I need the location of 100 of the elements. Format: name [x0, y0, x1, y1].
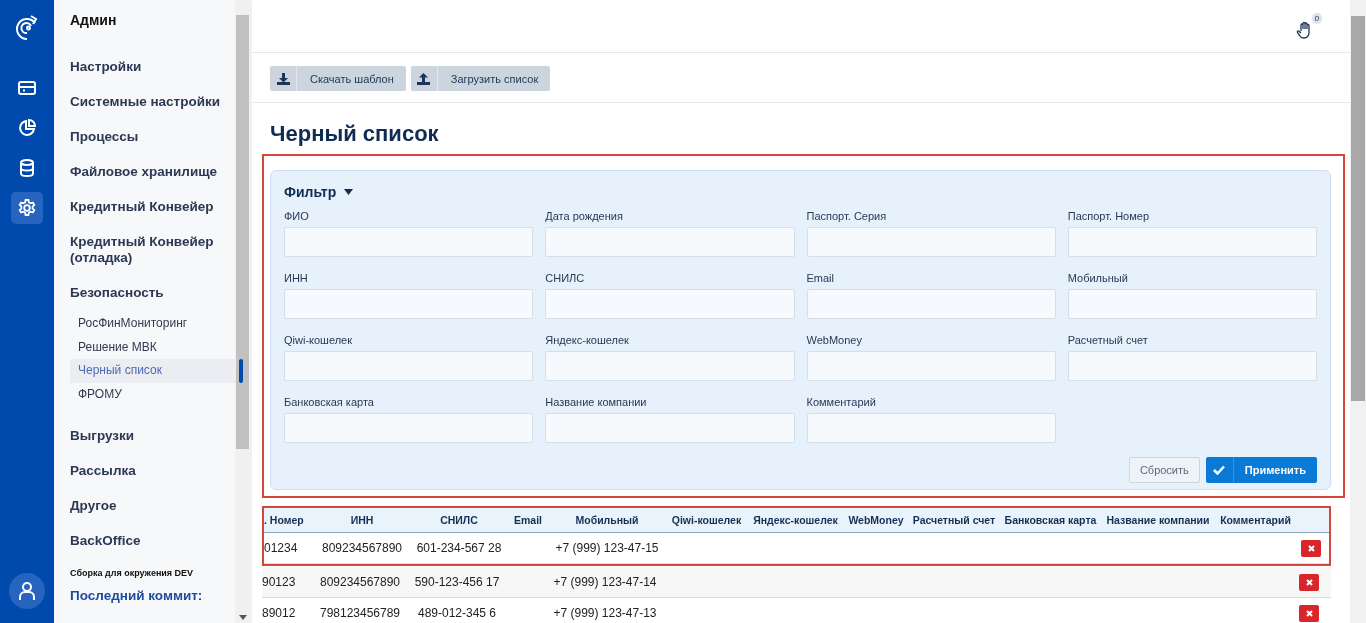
column-header[interactable]: Qiwi-кошелек — [666, 514, 747, 526]
notification-badge: 0 — [1311, 13, 1322, 24]
field-label: Qiwi-кошелек — [284, 334, 354, 346]
field-label: Название компании — [545, 396, 648, 408]
settings-icon — [17, 198, 37, 218]
input-field[interactable] — [806, 289, 1056, 319]
column-header[interactable]: СНИЛС — [410, 514, 508, 526]
input-field[interactable] — [806, 351, 1056, 381]
table-cell-text: 89012 — [262, 606, 297, 620]
column-header[interactable]: Название компании — [1101, 514, 1215, 526]
scrollbar-thumb[interactable] — [236, 15, 249, 449]
input-field[interactable] — [284, 351, 534, 381]
sidebar-item[interactable]: Системные настройки — [70, 94, 235, 110]
field-label: Комментарий — [806, 396, 877, 408]
sidebar-item[interactable]: Кредитный Конвейер (отладка) — [70, 234, 235, 266]
table-cell-text: 90123 — [262, 575, 297, 589]
sidebar-item[interactable]: Рассылка — [70, 463, 235, 479]
table-cell-text: 809234567890 — [318, 575, 402, 589]
field-label: Мобильный — [1067, 272, 1129, 284]
field-label: СНИЛС — [545, 272, 586, 284]
sidebar-item[interactable]: Файловое хранилище — [70, 164, 235, 180]
pie-chart-icon — [17, 118, 37, 138]
check-icon — [1213, 465, 1226, 475]
table-cell-text: 809234567890 — [320, 541, 404, 555]
column-header[interactable]: Яндекс-кошелек — [747, 514, 844, 526]
field-label: Паспорт. Номер — [1067, 210, 1150, 222]
column-header[interactable]: Расчетный счет — [908, 514, 1000, 526]
input-field[interactable] — [1067, 289, 1317, 319]
sidebar-item[interactable]: Безопасность — [70, 285, 235, 301]
sidebar-item[interactable]: BackOffice — [70, 533, 235, 549]
column-header[interactable]: ИНН — [314, 514, 410, 526]
field-label: Паспорт. Серия — [806, 210, 888, 222]
input-field[interactable] — [545, 351, 795, 381]
field-label: ФИО — [284, 210, 310, 222]
table-cell-text: 798123456789 — [318, 606, 402, 620]
field-label: Банковская карта — [284, 396, 375, 408]
card-icon — [17, 78, 37, 98]
input-field[interactable] — [284, 227, 534, 257]
apply-button[interactable]: Применить — [1205, 457, 1317, 483]
notification-indicator[interactable]: 0 — [1296, 13, 1322, 39]
reset-button[interactable]: Сбросить — [1128, 457, 1200, 483]
column-header[interactable]: Комментарий — [1215, 514, 1296, 526]
field-label: Email — [806, 272, 835, 284]
sidebar-item[interactable]: Другое — [70, 498, 235, 514]
toolbar-button[interactable]: Скачать шаблон — [270, 66, 406, 91]
sidebar-item[interactable]: Настройки — [70, 59, 235, 75]
table-cell-text: +7 (999) 123-47-15 — [554, 541, 660, 555]
scroll-down-arrow-icon[interactable] — [238, 615, 247, 620]
sidebar-title: Админ — [70, 12, 118, 28]
caret-icon — [344, 189, 354, 195]
sidebar-item[interactable]: Выгрузки — [70, 428, 235, 444]
delete-button[interactable] — [1299, 573, 1319, 591]
column-header[interactable]: WebMoney — [844, 514, 908, 526]
input-field[interactable] — [806, 413, 1056, 443]
column-header[interactable]: Банковская карта — [1000, 514, 1101, 526]
column-header[interactable]: Email — [508, 514, 548, 526]
upload-icon — [417, 72, 431, 85]
field-label: Дата рождения — [545, 210, 624, 222]
input-field[interactable] — [284, 289, 534, 319]
sidebar-subitem[interactable]: ФРОМУ — [70, 382, 243, 406]
input-field[interactable] — [806, 227, 1056, 257]
sidebar-item[interactable]: Процессы — [70, 129, 235, 145]
table-cell-text: 489-012-345 6 — [416, 606, 498, 620]
sidebar-subitem[interactable]: Черный список — [70, 359, 243, 383]
sidebar-scrollbar[interactable] — [235, 0, 250, 623]
database-icon — [17, 158, 37, 178]
filter-toggle[interactable]: Фильтр — [284, 184, 354, 200]
column-header[interactable]: Мобильный — [548, 514, 666, 526]
column-header[interactable]: . Номер — [264, 514, 314, 526]
delete-button[interactable] — [1299, 604, 1319, 622]
table-cell-text: 590-123-456 17 — [413, 575, 501, 589]
table-cell-text: +7 (999) 123-47-14 — [552, 575, 658, 589]
sidebar-subitem[interactable]: РосФинМониторинг — [70, 312, 243, 336]
input-field[interactable] — [1067, 351, 1317, 381]
build-note: Сборка для окружения DEV — [70, 568, 195, 578]
close-icon — [1305, 609, 1313, 617]
field-label: Яндекс-кошелек — [545, 334, 630, 346]
table-cell-text: 601-234-567 28 — [415, 541, 503, 555]
input-field[interactable] — [1067, 227, 1317, 257]
field-label: ИНН — [284, 272, 309, 284]
input-field[interactable] — [545, 413, 795, 443]
download-icon — [276, 72, 290, 85]
input-field[interactable] — [284, 413, 534, 443]
sidebar-item[interactable]: Кредитный Конвейер — [70, 199, 235, 215]
close-icon — [1307, 544, 1315, 552]
field-label: Расчетный счет — [1067, 334, 1149, 346]
table-cell-text: +7 (999) 123-47-13 — [552, 606, 658, 620]
input-field[interactable] — [545, 227, 795, 257]
commit-label: Последний коммит: — [70, 588, 204, 603]
close-icon — [1305, 578, 1313, 586]
page-title: Черный список — [270, 121, 440, 147]
rail-item[interactable] — [11, 192, 43, 224]
sidebar-subitem[interactable]: Решение МВК — [70, 335, 243, 359]
delete-button[interactable] — [1301, 539, 1321, 557]
scrollbar-thumb[interactable] — [1351, 16, 1365, 401]
field-label: WebMoney — [806, 334, 863, 346]
table-cell-text: 01234 — [264, 541, 299, 555]
input-field[interactable] — [545, 289, 795, 319]
toolbar-button[interactable]: Загрузить список — [410, 66, 551, 91]
user-avatar[interactable] — [9, 573, 45, 609]
